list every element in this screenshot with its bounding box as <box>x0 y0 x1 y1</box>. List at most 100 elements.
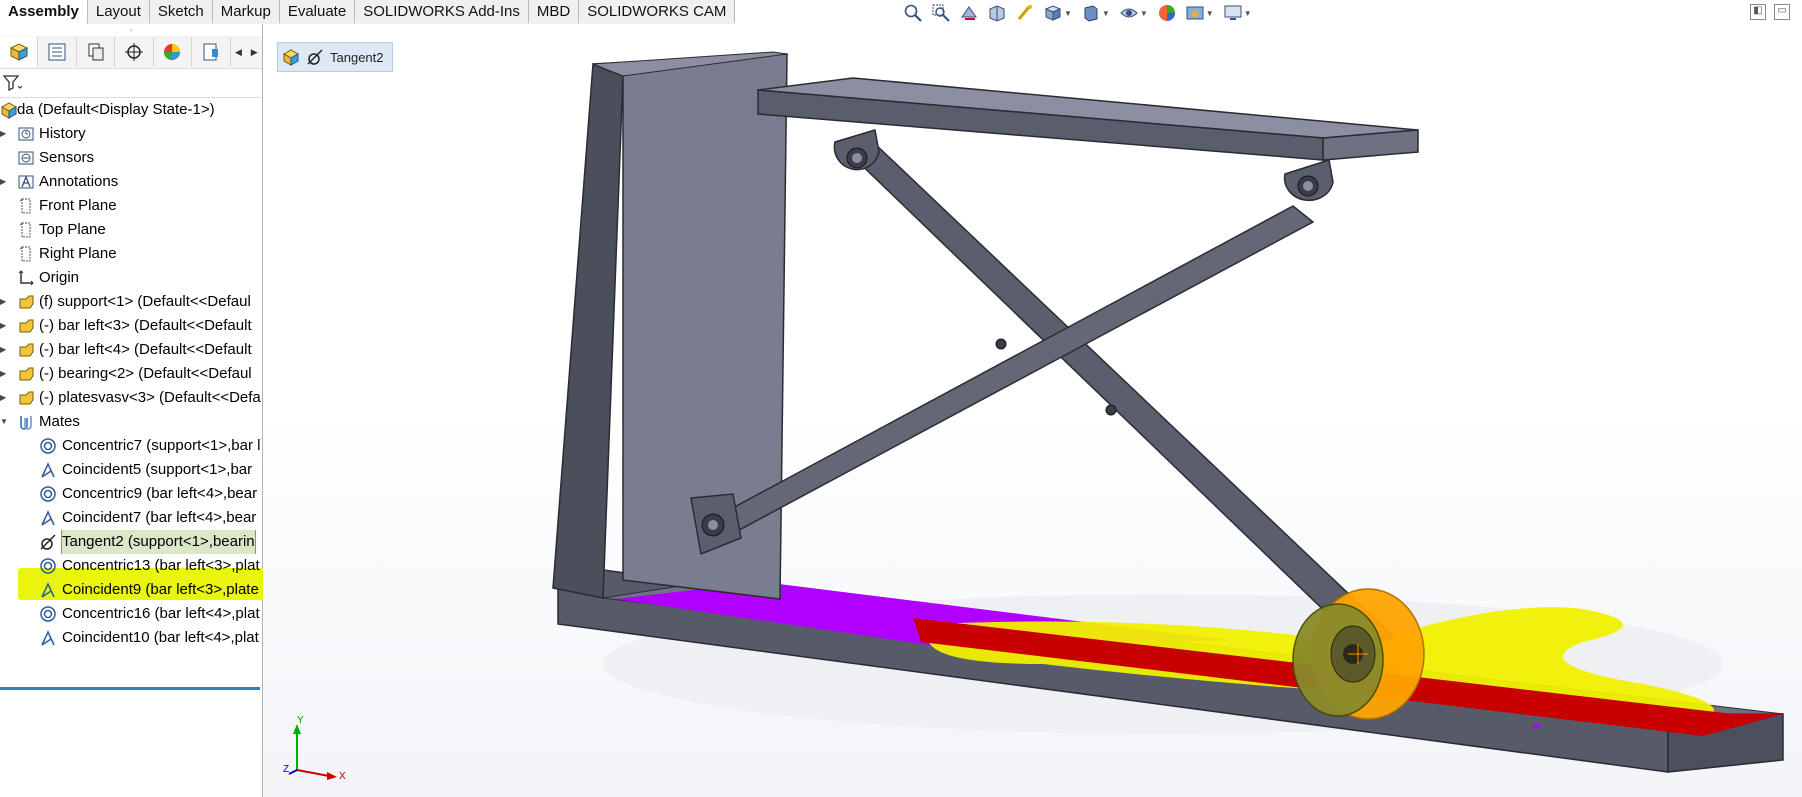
feature-manager-tabs: ◀ ▶ <box>0 36 262 69</box>
dynamic-annotation-icon[interactable] <box>1012 2 1038 24</box>
chevron-down-icon[interactable]: ▼ <box>1206 9 1214 18</box>
tangent-icon <box>40 534 56 550</box>
tree-scroll-indicator <box>0 687 260 690</box>
part-icon <box>19 295 34 309</box>
mate-tangent2[interactable]: Tangent2 (support<1>,bearin <box>0 530 262 554</box>
panel-controls: ◧ ▭ <box>1750 4 1790 20</box>
tree-item-bearing[interactable]: ▶ (-) bearing<2> (Default<<Defaul <box>0 362 262 386</box>
chevron-down-icon[interactable]: ▼ <box>1140 9 1148 18</box>
display-manager-tab-icon[interactable] <box>154 37 193 67</box>
feature-tree-tab-icon[interactable] <box>0 37 39 67</box>
mate-concentric9[interactable]: Concentric9 (bar left<4>,bear <box>0 482 262 506</box>
tree-item-right-plane[interactable]: Right Plane <box>0 242 262 266</box>
tree-item-bar-left-4[interactable]: ▶ (-) bar left<4> (Default<<Default <box>0 338 262 362</box>
view-settings-icon[interactable] <box>1220 2 1246 24</box>
collapse-arrow-icon[interactable]: ▼ <box>0 410 10 434</box>
expand-arrow-icon[interactable]: ▶ <box>0 314 10 338</box>
concentric-icon <box>40 438 56 454</box>
mate-concentric13[interactable]: Concentric13 (bar left<3>,plat <box>0 554 262 578</box>
coincident-icon <box>41 630 55 646</box>
coincident-icon <box>41 582 55 598</box>
expand-arrow-icon[interactable]: ▶ <box>0 122 10 146</box>
tree-item-platesvasv[interactable]: ▶ (-) platesvasv<3> (Default<<Defa <box>0 386 262 410</box>
section-view-icon[interactable] <box>984 2 1010 24</box>
history-icon <box>18 127 34 141</box>
feature-manager-panel: ◦ ◀ ▶ da (Default<Display State-1>) ▶ Hi… <box>0 24 294 797</box>
display-style-icon[interactable] <box>1078 2 1104 24</box>
zoom-to-fit-icon[interactable] <box>900 2 926 24</box>
triad-z-label: Z <box>283 764 289 775</box>
collapse-panel-icon[interactable]: ◧ <box>1750 4 1766 20</box>
dimxpert-tab-icon[interactable] <box>115 37 154 67</box>
zoom-to-area-icon[interactable] <box>928 2 954 24</box>
concentric-icon <box>40 606 56 622</box>
bar-hole <box>1105 404 1117 416</box>
triad-x-label: X <box>339 771 346 782</box>
expand-arrow-icon[interactable]: ▶ <box>0 290 10 314</box>
tab-mbd[interactable]: MBD <box>529 0 580 23</box>
tree-item-support[interactable]: ▶ (f) support<1> (Default<<Defaul <box>0 290 262 314</box>
tree-item-origin[interactable]: Origin <box>0 266 262 290</box>
marker <box>1533 724 1539 728</box>
tree-item-annotations[interactable]: ▶ Annotations <box>0 170 262 194</box>
expand-arrow-icon[interactable]: ▶ <box>0 338 10 362</box>
expand-arrow-icon[interactable]: ▶ <box>0 170 10 194</box>
tab-assembly[interactable]: Assembly <box>0 0 88 24</box>
chevron-down-icon[interactable]: ▼ <box>1244 9 1252 18</box>
tab-layout[interactable]: Layout <box>88 0 150 23</box>
tree-filter[interactable] <box>0 69 262 98</box>
command-manager-tabs: Assembly Layout Sketch Markup Evaluate S… <box>0 0 736 25</box>
tree-item-history[interactable]: ▶ History <box>0 122 262 146</box>
concentric-icon <box>40 486 56 502</box>
chevron-left-icon[interactable]: ◀ <box>231 37 247 67</box>
pivot-bracket-top-left <box>833 129 880 171</box>
chevron-down-icon[interactable]: ▼ <box>1064 9 1072 18</box>
cam-tree-tab-icon[interactable] <box>192 37 231 67</box>
view-orientation-icon[interactable] <box>1040 2 1066 24</box>
tab-cam[interactable]: SOLIDWORKS CAM <box>579 0 736 23</box>
tree-item-top-plane[interactable]: Top Plane <box>0 218 262 242</box>
configuration-manager-tab-icon[interactable] <box>77 37 116 67</box>
tree-item-front-plane[interactable]: Front Plane <box>0 194 262 218</box>
part-icon <box>19 343 34 357</box>
assembly-icon <box>0 102 18 119</box>
expand-arrow-icon[interactable]: ▶ <box>0 362 10 386</box>
mate-coincident10[interactable]: Coincident10 (bar left<4>,plat <box>0 626 262 650</box>
bar-hole <box>995 338 1007 350</box>
tab-addins[interactable]: SOLIDWORKS Add-Ins <box>355 0 529 23</box>
panel-grip[interactable]: ◦ <box>0 24 262 36</box>
edit-appearance-icon[interactable] <box>1154 2 1180 24</box>
feature-tree: da (Default<Display State-1>) ▶ History … <box>0 98 262 650</box>
mates-icon <box>20 416 32 430</box>
tree-root-assembly[interactable]: da (Default<Display State-1>) <box>0 98 262 122</box>
chevron-right-icon[interactable]: ▶ <box>246 37 262 67</box>
sensors-icon <box>18 151 34 165</box>
expand-arrow-icon[interactable]: ▶ <box>0 386 10 410</box>
hide-show-items-icon[interactable] <box>1116 2 1142 24</box>
part-icon <box>19 319 34 333</box>
mate-coincident5[interactable]: Coincident5 (support<1>,bar <box>0 458 262 482</box>
filter-icon[interactable] <box>2 74 22 92</box>
property-manager-tab-icon[interactable] <box>38 37 77 67</box>
mate-concentric7[interactable]: Concentric7 (support<1>,bar l <box>0 434 262 458</box>
tab-sketch[interactable]: Sketch <box>150 0 213 23</box>
heads-up-view-toolbar: ▼ ▼ ▼ ▼ ▼ <box>900 2 1256 24</box>
graphics-area[interactable]: Tangent2 Y X Z <box>263 24 1802 797</box>
support-wall-side <box>552 62 624 599</box>
previous-view-icon[interactable] <box>956 2 982 24</box>
chevron-down-icon[interactable]: ▼ <box>1102 9 1110 18</box>
assembly-model[interactable] <box>263 24 1802 797</box>
tree-item-mates[interactable]: ▼ Mates <box>0 410 262 434</box>
apply-scene-icon[interactable] <box>1182 2 1208 24</box>
mate-concentric16[interactable]: Concentric16 (bar left<4>,plat <box>0 602 262 626</box>
tree-item-sensors[interactable]: Sensors <box>0 146 262 170</box>
mate-coincident9[interactable]: Coincident9 (bar left<3>,plate <box>0 578 262 602</box>
mate-coincident7[interactable]: Coincident7 (bar left<4>,bear <box>0 506 262 530</box>
bar-left-3 <box>846 141 1395 649</box>
tab-markup[interactable]: Markup <box>213 0 280 23</box>
tab-evaluate[interactable]: Evaluate <box>280 0 356 23</box>
part-icon <box>19 391 34 405</box>
plane-icon <box>19 198 31 214</box>
restore-panel-icon[interactable]: ▭ <box>1774 4 1790 20</box>
tree-item-bar-left-3[interactable]: ▶ (-) bar left<3> (Default<<Default <box>0 314 262 338</box>
